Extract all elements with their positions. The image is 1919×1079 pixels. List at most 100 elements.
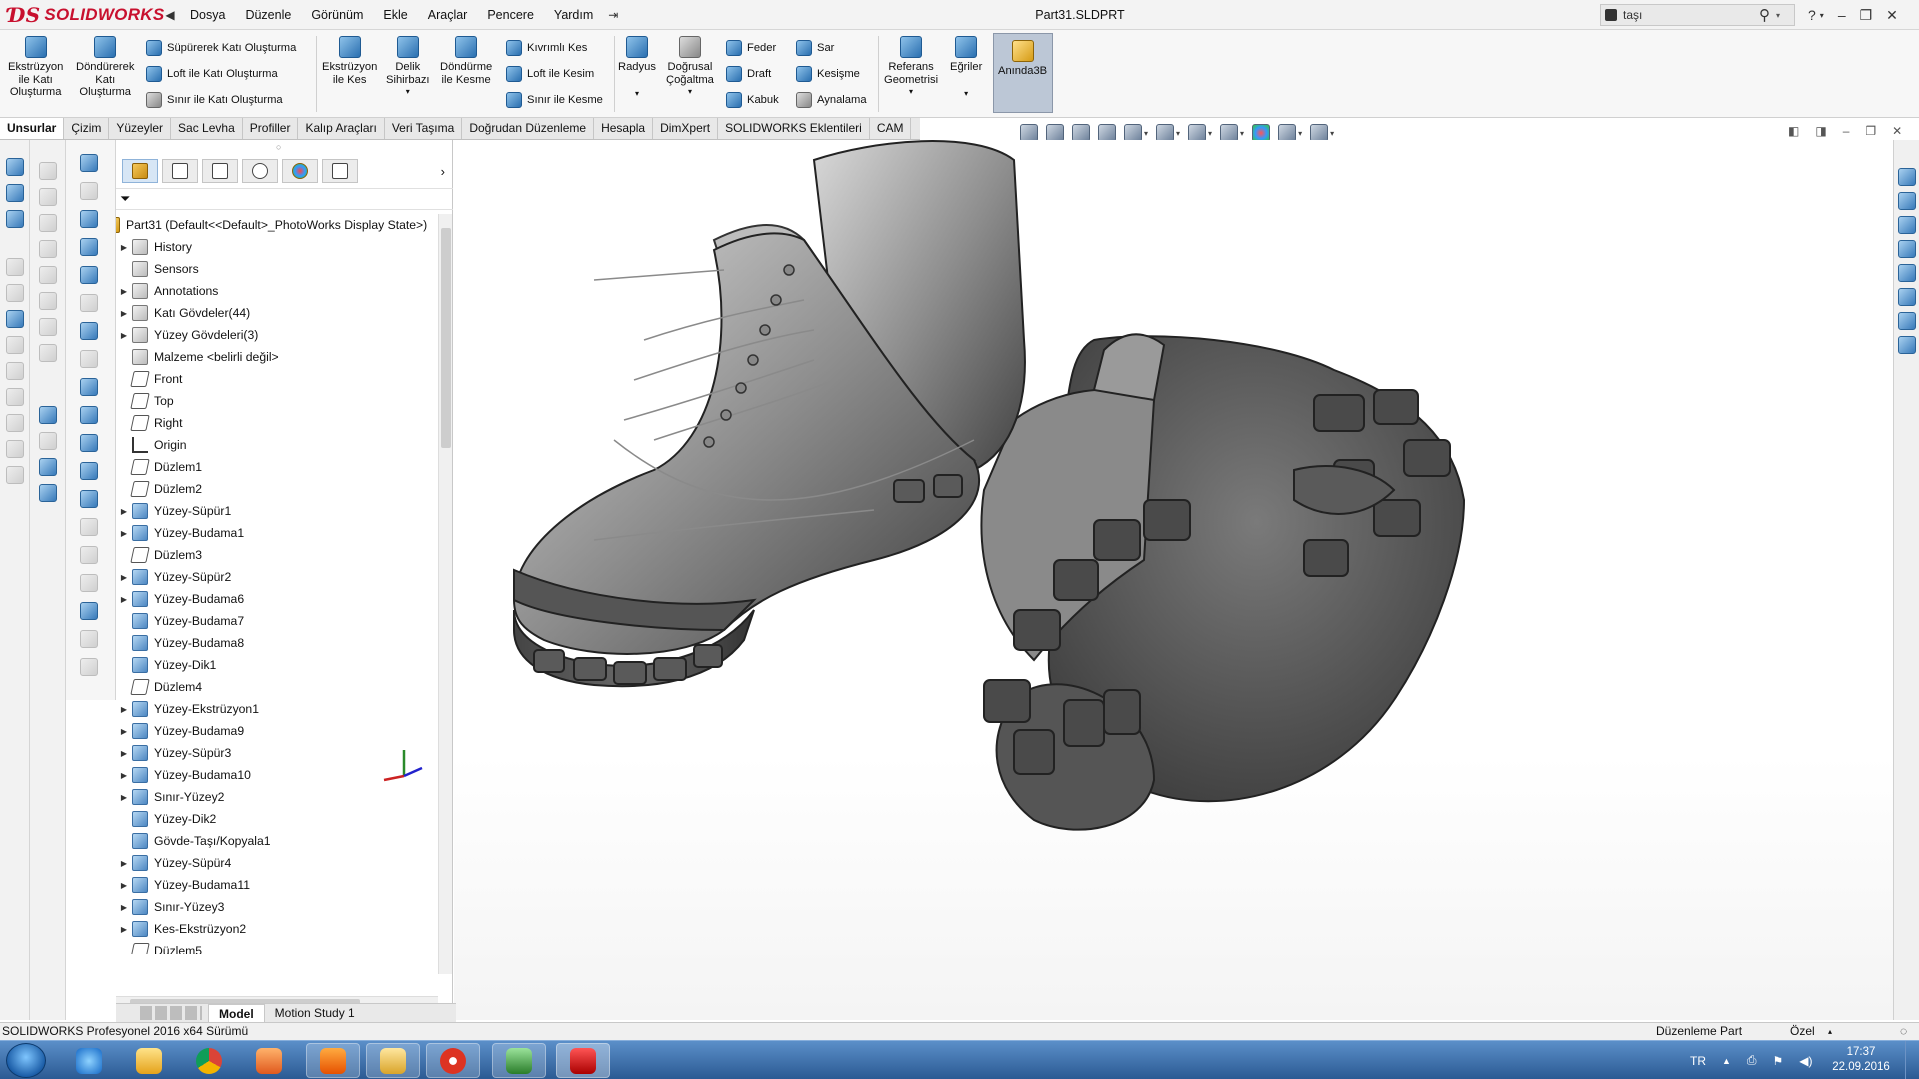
symbol-icon[interactable] (80, 350, 98, 368)
dim-tool-icon[interactable] (80, 574, 98, 592)
annotation-tool-icon[interactable] (6, 258, 24, 276)
curve-icon[interactable] (39, 406, 57, 424)
search-input[interactable] (1623, 8, 1753, 22)
tooltip-toggle-icon[interactable]: ◌ (1900, 1023, 1907, 1040)
taskbar-app-red[interactable] (426, 1043, 480, 1078)
search-tool-icon[interactable] (80, 322, 98, 340)
tab-feature-tree[interactable] (122, 159, 158, 183)
tree-item[interactable]: Düzlem3 (116, 544, 438, 566)
tree-item[interactable]: ▶ History (116, 236, 438, 258)
dropdown-icon[interactable]: ▾ (1208, 129, 1212, 138)
tree-item[interactable]: ▶ Annotations (116, 280, 438, 302)
view-palette-icon[interactable] (1898, 240, 1916, 258)
forum-icon[interactable] (1898, 312, 1916, 330)
tab-kalip-araclari[interactable]: Kalıp Araçları (298, 118, 385, 139)
sketch-picture-icon[interactable] (80, 490, 98, 508)
balloon-tool-icon[interactable] (6, 336, 24, 354)
dropdown-icon[interactable]: ▾ (1330, 129, 1334, 138)
tree-item[interactable]: ▶ Sınır-Yüzey2 (116, 786, 438, 808)
tree-item[interactable]: Origin (116, 434, 438, 456)
feature-icon[interactable] (39, 292, 57, 310)
spell-check-icon[interactable] (80, 210, 98, 228)
tab-model[interactable]: Model (208, 1003, 265, 1023)
tree-item[interactable]: Front (116, 368, 438, 390)
tab-configuration-manager[interactable] (202, 159, 238, 183)
line-icon[interactable] (80, 182, 98, 200)
dropdown-icon[interactable]: ▾ (1298, 129, 1302, 138)
taskbar-internet-explorer[interactable] (62, 1043, 116, 1078)
pin-icon[interactable]: ⇥ (603, 8, 623, 22)
expand-arrow-icon[interactable]: ▶ (116, 507, 132, 516)
close-icon[interactable]: ✕ (1886, 7, 1898, 24)
tab-motion-study[interactable]: Motion Study 1 (265, 1004, 365, 1022)
tree-item[interactable]: Yüzey-Dik1 (116, 654, 438, 676)
tab-solidworks-eklentileri[interactable]: SOLIDWORKS Eklentileri (718, 118, 870, 139)
menu-yardim[interactable]: Yardım (544, 8, 603, 22)
weld-tool-icon[interactable] (6, 362, 24, 380)
tree-item[interactable]: ▶ Yüzey Gövdeleri(3) (116, 324, 438, 346)
dropdown-icon[interactable]: ▾ (909, 86, 913, 99)
viewport-tile-left-icon[interactable]: ◧ (1788, 124, 1799, 138)
tree-item[interactable]: ▶ Yüzey-Ekstrüzyon1 (116, 698, 438, 720)
menu-pencere[interactable]: Pencere (477, 8, 544, 22)
mirror-button[interactable]: Aynalama (796, 92, 867, 108)
instant3d-button[interactable]: Anında3B (993, 33, 1053, 113)
tree-vertical-scrollbar[interactable] (438, 214, 452, 974)
tree-item[interactable]: ▶ Yüzey-Süpür4 (116, 852, 438, 874)
taskbar-file-explorer[interactable] (366, 1043, 420, 1078)
volume-icon[interactable]: ◀) (1799, 1054, 1812, 1068)
smart-dimension-icon[interactable] (80, 154, 98, 172)
tree-item[interactable]: Right (116, 412, 438, 434)
feature-icon[interactable] (39, 240, 57, 258)
feature-icon[interactable] (39, 214, 57, 232)
help-icon[interactable]: ? (1808, 7, 1816, 23)
tree-filter[interactable]: ⏷ (116, 188, 453, 210)
dropdown-icon[interactable]: ▾ (406, 86, 410, 99)
sketch-tool-icon[interactable] (6, 158, 24, 176)
viewport-minimize-icon[interactable]: – (1843, 124, 1850, 138)
dim-tool-icon[interactable] (80, 546, 98, 564)
draft-button[interactable]: Draft (726, 66, 771, 82)
expand-arrow-icon[interactable]: ▶ (116, 727, 132, 736)
tree-item[interactable]: ▶ Kes-Ekstrüzyon2 (116, 918, 438, 940)
taskbar-monitor[interactable] (492, 1043, 546, 1078)
viewport-tile-right-icon[interactable]: ◨ (1815, 124, 1826, 138)
expand-arrow-icon[interactable]: ▶ (116, 793, 132, 802)
tree-item[interactable]: Yüzey-Dik2 (116, 808, 438, 830)
swept-boss-button[interactable]: Süpürerek Katı Oluşturma (146, 40, 296, 56)
taskbar-media-player[interactable] (242, 1043, 296, 1078)
expand-arrow-icon[interactable]: ▶ (116, 595, 132, 604)
expand-arrow-icon[interactable]: ▶ (116, 243, 132, 252)
tree-item[interactable]: ▶ Katı Gövdeler(44) (116, 302, 438, 324)
search-dropdown-icon[interactable]: ▾ (1776, 11, 1780, 20)
feature-icon[interactable] (39, 162, 57, 180)
viewport-close-icon[interactable]: ✕ (1892, 124, 1902, 138)
table-icon[interactable] (80, 602, 98, 620)
tree-item[interactable]: Sensors (116, 258, 438, 280)
tab-dimxpert-manager[interactable] (242, 159, 278, 183)
dropdown-icon[interactable]: ▾ (1144, 129, 1148, 138)
units-dropdown-icon[interactable]: ▴ (1828, 1023, 1832, 1040)
graphics-area[interactable] (375, 140, 1893, 1020)
help-dropdown-icon[interactable]: ▾ (1820, 11, 1824, 20)
tab-scroll-arrows[interactable] (140, 1006, 202, 1020)
taskbar-solidworks[interactable] (556, 1043, 610, 1078)
view-tool-icon[interactable] (6, 184, 24, 202)
reference-geometry-button[interactable]: Referans Geometrisi ▾ (884, 36, 938, 99)
tree-item[interactable]: Düzlem1 (116, 456, 438, 478)
restore-icon[interactable]: ❐ (1860, 7, 1873, 24)
block-icon[interactable] (80, 434, 98, 452)
expand-arrow-icon[interactable]: ▶ (116, 925, 132, 934)
expand-arrow-icon[interactable]: ▶ (116, 331, 132, 340)
expand-arrow-icon[interactable]: ▶ (116, 287, 132, 296)
tab-hesapla[interactable]: Hesapla (594, 118, 654, 139)
menu-gorunum[interactable]: Görünüm (301, 8, 373, 22)
clock[interactable]: 17:37 22.09.2016 (1826, 1045, 1896, 1075)
rib-button[interactable]: Feder (726, 40, 776, 56)
boundary-boss-button[interactable]: Sınır ile Katı Oluşturma (146, 92, 283, 108)
dropdown-icon[interactable]: ▾ (635, 88, 639, 101)
expand-arrow-icon[interactable]: ▶ (116, 881, 132, 890)
expand-arrow-icon[interactable]: ▶ (116, 903, 132, 912)
dim-tool-icon[interactable] (80, 658, 98, 676)
expand-arrow-icon[interactable]: ▶ (116, 749, 132, 758)
